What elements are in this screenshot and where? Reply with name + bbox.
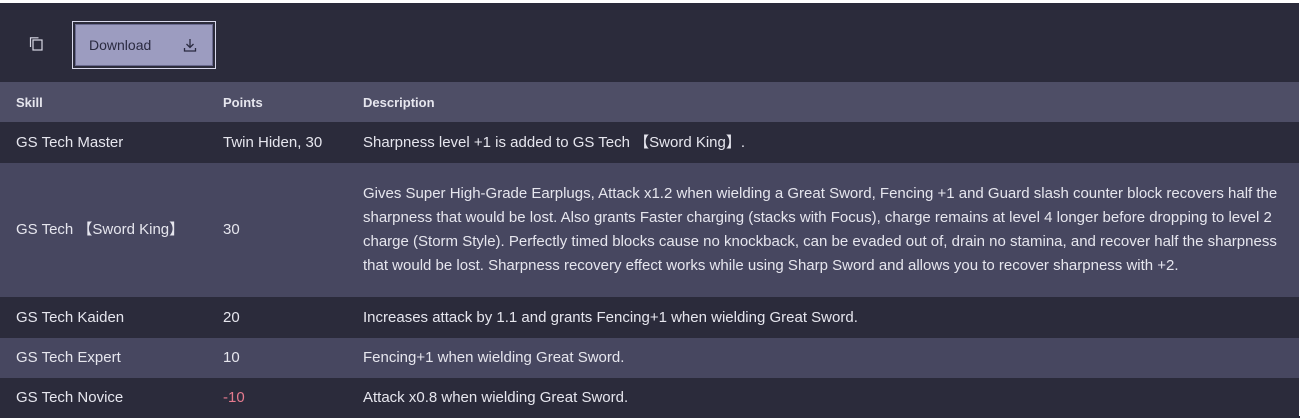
- header-description[interactable]: Description: [347, 82, 1300, 122]
- skill-cell: GS Tech 【Sword King】: [16, 221, 185, 238]
- table-row: GS Tech Kaiden 20 Increases attack by 1.…: [0, 297, 1300, 338]
- download-button-face: Download: [75, 24, 213, 66]
- skills-table: Skill Points Description GS Tech Master …: [0, 82, 1300, 418]
- skill-cell: GS Tech Kaiden: [16, 308, 125, 326]
- table-header-row: Skill Points Description: [0, 82, 1300, 122]
- copy-button[interactable]: [22, 30, 50, 58]
- header-points[interactable]: Points: [207, 82, 347, 122]
- description-cell: Fencing+1 when wielding Great Sword.: [363, 349, 625, 366]
- points-cell-negative: -10: [223, 389, 245, 406]
- description-cell: Increases attack by 1.1 and grants Fenci…: [363, 308, 858, 326]
- toolbar: Download: [0, 0, 1300, 82]
- download-button[interactable]: Download: [72, 21, 216, 69]
- skill-cell: GS Tech Master: [16, 133, 124, 151]
- table-row: GS Tech Expert 10 Fencing+1 when wieldin…: [0, 338, 1300, 378]
- copy-icon: [29, 37, 43, 51]
- skill-cell: GS Tech Novice: [16, 389, 124, 406]
- skill-cell: GS Tech Expert: [16, 349, 121, 366]
- download-icon: [183, 39, 197, 52]
- table-row: GS Tech Novice -10 Attack x0.8 when wiel…: [0, 378, 1300, 418]
- table-row: GS Tech Master Twin Hiden, 30 Sharpness …: [0, 122, 1300, 163]
- download-label: Download: [89, 37, 152, 53]
- points-cell: Twin Hiden, 30: [223, 133, 323, 151]
- description-cell: Attack x0.8 when wielding Great Sword.: [363, 389, 629, 406]
- description-cell: Sharpness level +1 is added to GS Tech 【…: [363, 133, 746, 151]
- points-cell: 20: [223, 308, 240, 326]
- table-row: GS Tech 【Sword King】 30 Gives Super High…: [0, 163, 1300, 297]
- page-frame: Download Skill Points Description GS Tec…: [0, 0, 1300, 418]
- description-cell: Gives Super High-Grade Earplugs, Attack …: [363, 185, 1278, 274]
- header-skill[interactable]: Skill: [0, 82, 207, 122]
- points-cell: 30: [223, 221, 240, 238]
- points-cell: 10: [223, 349, 240, 366]
